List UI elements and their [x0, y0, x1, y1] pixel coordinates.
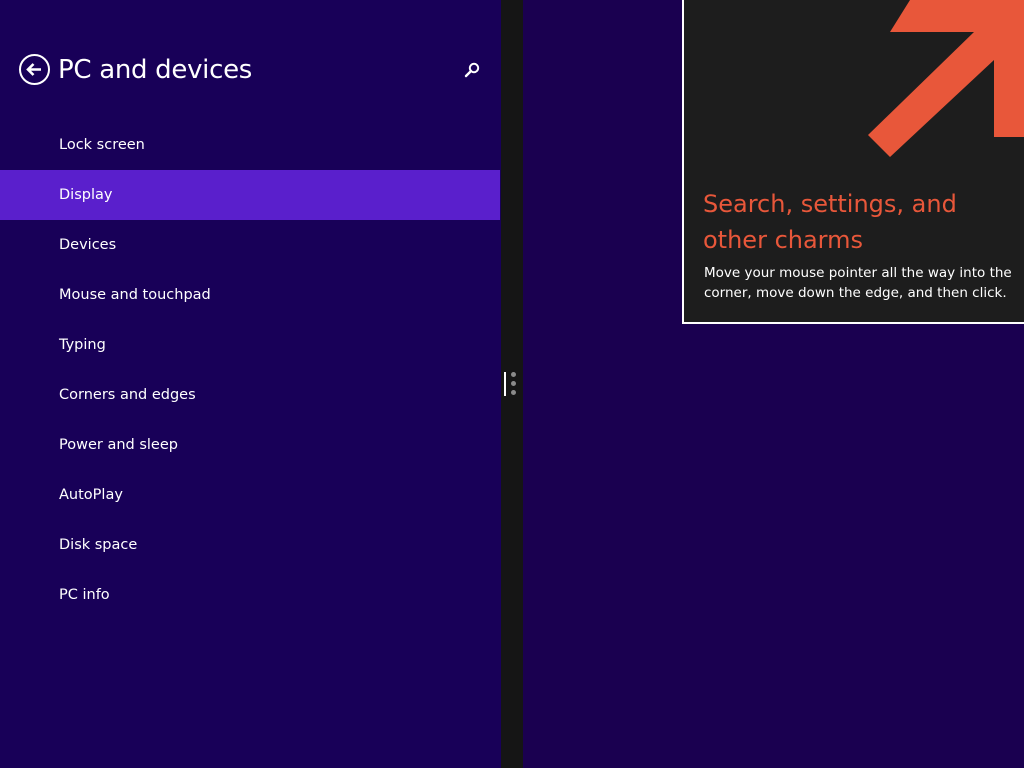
charms-tip-popup: Search, settings, and other charms Move …	[682, 0, 1024, 324]
nav-item-power-and-sleep[interactable]: Power and sleep	[0, 420, 500, 470]
nav-item-mouse-and-touchpad[interactable]: Mouse and touchpad	[0, 270, 500, 320]
split-handle-dot	[511, 381, 516, 386]
nav-item-devices[interactable]: Devices	[0, 220, 500, 270]
nav-item-corners-and-edges[interactable]: Corners and edges	[0, 370, 500, 420]
diagonal-arrow-up-right-icon	[868, 0, 1024, 157]
split-handle-bar	[504, 372, 506, 396]
back-button[interactable]	[19, 54, 50, 85]
tip-body: Move your mouse pointer all the way into…	[704, 265, 1012, 301]
search-icon	[464, 62, 480, 78]
nav-item-disk-space[interactable]: Disk space	[0, 520, 500, 570]
split-handle-dot	[511, 372, 516, 377]
nav-item-pc-info[interactable]: PC info	[0, 570, 500, 620]
settings-pane: PC and devices Lock screen Display Devices…	[0, 0, 501, 768]
back-arrow-circle-icon	[26, 63, 41, 76]
settings-nav-list: Lock screen Display Devices Mouse and touch…	[0, 120, 500, 620]
search-button[interactable]	[460, 58, 484, 82]
split-handle-dot	[511, 390, 516, 395]
nav-item-autoplay[interactable]: AutoPlay	[0, 470, 500, 520]
page-title: PC and devices	[58, 55, 253, 85]
nav-item-typing[interactable]: Typing	[0, 320, 500, 370]
screen: PC and devices Lock screen Display Devices…	[0, 0, 1024, 768]
nav-item-lock-screen[interactable]: Lock screen	[0, 120, 500, 170]
tip-heading: Search, settings, and other charms	[703, 190, 957, 254]
split-handle[interactable]	[504, 370, 518, 398]
split-divider	[501, 0, 523, 768]
nav-item-display[interactable]: Display	[0, 170, 500, 220]
